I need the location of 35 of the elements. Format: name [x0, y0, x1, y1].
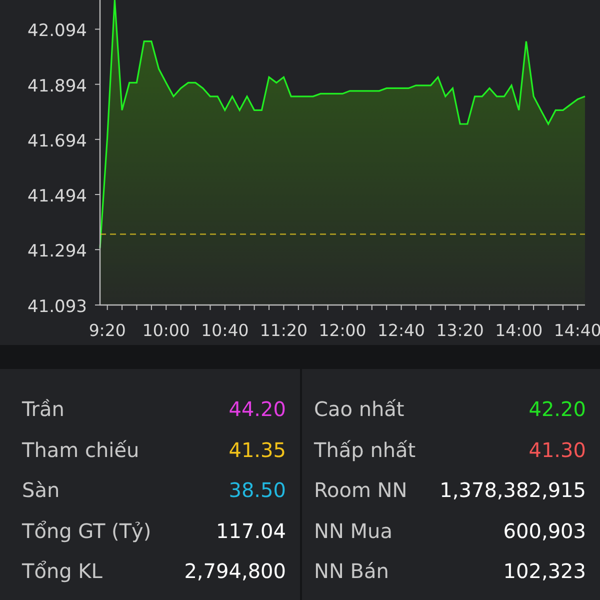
stat-label: NN Mua — [314, 518, 392, 543]
stat-label: Tổng GT (Tỷ) — [22, 518, 152, 543]
stat-label: Room NN — [314, 478, 408, 502]
y-axis-label: 42.094 — [28, 21, 87, 42]
stat-value: 102,323 — [503, 559, 586, 584]
x-axis-label: 10:00 — [142, 321, 190, 340]
y-axis-label: 41.294 — [28, 242, 87, 262]
y-axis-label: 41.494 — [28, 186, 87, 207]
y-axis-label: 41.894 — [28, 76, 87, 96]
stat-value: 42.20 — [528, 397, 586, 422]
stat-value: 117.04 — [216, 518, 286, 543]
x-axis-label: 12:40 — [378, 321, 426, 340]
x-axis-label: 9:20 — [88, 321, 126, 340]
stat-label: Cao nhất — [314, 397, 404, 422]
stat-value: 600,903 — [503, 518, 586, 543]
y-axis-label: 41.694 — [28, 131, 87, 152]
x-axis-label: 14:00 — [495, 321, 543, 340]
x-axis-label: 10:40 — [201, 321, 249, 340]
stat-value: 1,378,382,915 — [440, 478, 586, 502]
stat-value: 38.50 — [228, 478, 286, 502]
y-axis-label: 41.093 — [28, 297, 87, 317]
stat-value: 41.35 — [228, 438, 286, 462]
x-axis-label: 12:00 — [318, 321, 366, 340]
stat-label: Trần — [22, 397, 64, 422]
stat-label: Tham chiếu — [22, 438, 140, 462]
stat-label: Sàn — [22, 478, 60, 502]
stat-label: NN Bán — [314, 559, 389, 584]
x-axis-label: 13:20 — [436, 321, 484, 340]
stat-label: Tổng KL — [22, 559, 102, 584]
stat-label: Thấp nhất — [314, 438, 416, 462]
stat-value: 41.30 — [528, 438, 586, 462]
x-axis-label: 11:20 — [260, 321, 308, 340]
x-axis-label: 14:40 — [554, 321, 600, 340]
stat-value: 44.20 — [228, 397, 286, 422]
stat-value: 2,794,800 — [184, 559, 286, 584]
